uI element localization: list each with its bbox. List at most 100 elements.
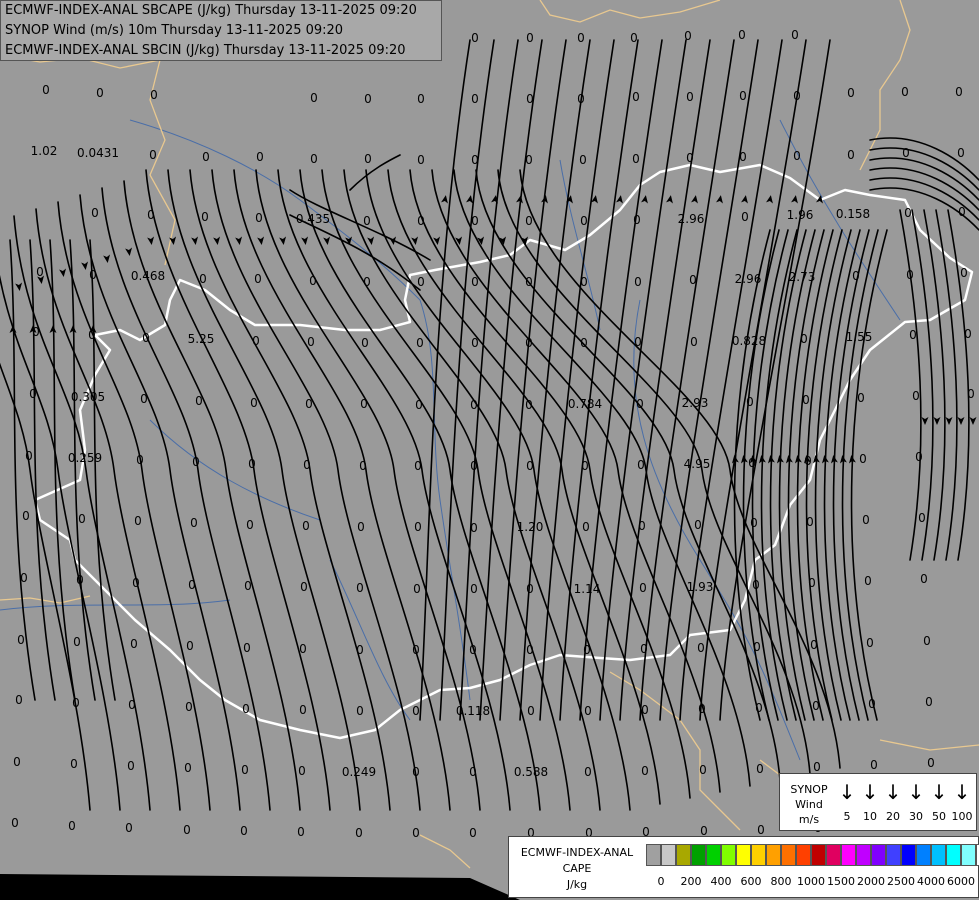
cape-value-label: 0 [142, 331, 150, 345]
wind-arrow-icon: ↓ [884, 780, 902, 804]
cape-color-swatch [916, 844, 931, 866]
cape-tick-label: 2000 [857, 875, 885, 888]
cape-value-label: 0 [582, 520, 590, 534]
cape-value-label: 0 [526, 643, 534, 657]
cape-value-label: 0 [812, 699, 820, 713]
cape-color-swatch [826, 844, 841, 866]
cape-value-label: 0.784 [568, 397, 602, 411]
cape-value-label: 0 [414, 520, 422, 534]
map-background [0, 0, 979, 900]
cape-value-label: 0 [640, 642, 648, 656]
cape-value-label: 0 [469, 643, 477, 657]
cape-value-label: 0 [417, 153, 425, 167]
cape-value-label: 0 [793, 149, 801, 163]
cape-value-label: 0 [580, 336, 588, 350]
cape-value-label: 0 [469, 765, 477, 779]
wind-arrow-icon: ↓ [861, 780, 879, 804]
wind-legend-units: m/s [798, 813, 820, 826]
cape-tick-label: 4000 [917, 875, 945, 888]
cape-value-label: 0 [359, 459, 367, 473]
cape-value-label: 0 [866, 636, 874, 650]
cape-value-label: 0 [746, 395, 754, 409]
cape-color-swatch [886, 844, 901, 866]
cape-value-label: 0 [699, 763, 707, 777]
cape-value-label: 0 [364, 92, 372, 106]
cape-color-swatch [751, 844, 766, 866]
cape-value-label: 0 [76, 573, 84, 587]
wind-legend-label: SYNOP Wind m/s [784, 782, 834, 827]
cape-value-label: 2.93 [682, 396, 709, 410]
cape-value-label: 0 [584, 765, 592, 779]
cape-value-label: 0 [960, 266, 968, 280]
map-title-box: ECMWF-INDEX-ANAL SBCAPE (J/kg) Thursday … [0, 0, 442, 61]
cape-value-label: 0 [862, 513, 870, 527]
cape-value-label: 0 [915, 450, 923, 464]
cape-value-label: 0 [414, 459, 422, 473]
cape-tick-label: 0 [657, 875, 665, 888]
cape-value-label: 0.118 [456, 704, 490, 718]
cape-value-label: 0 [72, 696, 80, 710]
cape-value-label: 0 [955, 85, 963, 99]
cape-value-label: 0 [417, 275, 425, 289]
cape-value-label: 0 [755, 701, 763, 715]
cape-value-label: 0 [912, 389, 920, 403]
cape-value-label: 0 [356, 581, 364, 595]
cape-color-swatch [691, 844, 706, 866]
cape-value-label: 2.96 [678, 212, 705, 226]
cape-color-swatch [661, 844, 676, 866]
cape-value-label: 0 [813, 760, 821, 774]
cape-color-swatch [946, 844, 961, 866]
cape-value-label: 0 [250, 396, 258, 410]
cape-value-label: 0 [525, 275, 533, 289]
cape-value-label: 0 [752, 578, 760, 592]
cape-tick-label: 400 [710, 875, 732, 888]
cape-value-label: 0 [299, 642, 307, 656]
cape-value-label: 1.20 [517, 520, 544, 534]
cape-value-label: 0 [13, 755, 21, 769]
cape-value-label: 0 [356, 643, 364, 657]
cape-value-label: 0 [88, 328, 96, 342]
cape-value-label: 0.0431 [77, 146, 119, 160]
cape-legend-label: ECMWF-INDEX-ANAL CAPE J/kg [513, 845, 641, 893]
cape-value-label: 0 [199, 272, 207, 286]
cape-value-label: 0 [471, 92, 479, 106]
cape-value-label: 0 [967, 387, 975, 401]
cape-value-label: 0 [357, 520, 365, 534]
cape-value-label: 0 [17, 633, 25, 647]
cape-value-label: 0 [630, 31, 638, 45]
cape-color-swatch [811, 844, 826, 866]
cape-value-label: 0 [242, 702, 250, 716]
cape-value-label: 0 [307, 335, 315, 349]
cape-value-label: 0 [127, 759, 135, 773]
cape-value-label: 0 [132, 576, 140, 590]
cape-value-label: 0 [192, 455, 200, 469]
cape-value-label: 0 [526, 582, 534, 596]
cape-value-label: 0 [906, 268, 914, 282]
synop-wind-title: SYNOP Wind (m/s) 10m Thursday 13-11-2025… [5, 23, 344, 38]
cape-value-label: 2.73 [789, 270, 816, 284]
cape-value-label: 0 [412, 765, 420, 779]
cape-value-label: 0 [526, 92, 534, 106]
cape-value-label: 0 [870, 758, 878, 772]
cape-value-label: 0 [36, 265, 44, 279]
cape-value-label: 0 [147, 208, 155, 222]
cape-value-label: 0 [641, 703, 649, 717]
cape-value-label: 0 [470, 459, 478, 473]
cape-value-label: 0 [471, 336, 479, 350]
cape-value-label: 0 [134, 514, 142, 528]
cape-value-label: 0 [309, 274, 317, 288]
cape-color-swatch [766, 844, 781, 866]
cape-value-label: 0 [739, 150, 747, 164]
cape-value-label: 0 [150, 88, 158, 102]
cape-color-swatch [646, 844, 661, 866]
cape-value-label: 0.249 [342, 765, 376, 779]
cape-tick-label: 2500 [887, 875, 915, 888]
cape-value-label: 0 [925, 695, 933, 709]
cape-value-label: 0 [847, 148, 855, 162]
cape-value-label: 0 [310, 152, 318, 166]
cape-value-label: 0 [580, 214, 588, 228]
wind-speed-label: 100 [951, 810, 973, 823]
cape-value-label: 0 [738, 28, 746, 42]
cape-value-label: 0 [42, 83, 50, 97]
cape-value-label: 0 [847, 86, 855, 100]
